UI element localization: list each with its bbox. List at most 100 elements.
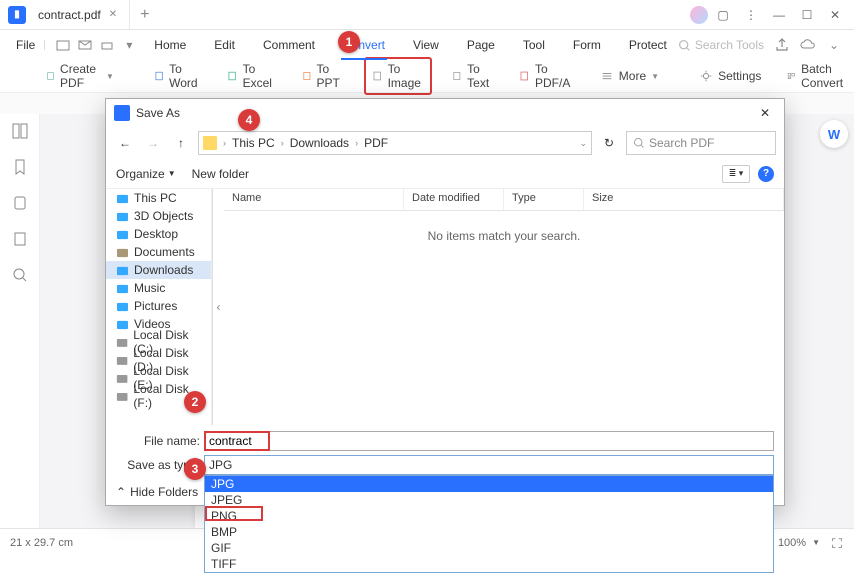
type-option-gif[interactable]: GIF (205, 540, 773, 556)
callout-4: 4 (238, 109, 260, 131)
more-button[interactable]: More▼ (594, 66, 665, 86)
document-tab[interactable]: contract.pdf ✕ (32, 0, 130, 30)
share-icon[interactable] (774, 37, 790, 53)
folder-tree[interactable]: This PC3D ObjectsDesktopDocumentsDownloa… (106, 189, 212, 425)
tab-edit[interactable]: Edit (212, 34, 237, 56)
tab-home[interactable]: Home (152, 34, 188, 56)
tab-page[interactable]: Page (465, 34, 497, 56)
nav-up-icon[interactable]: ↑ (170, 132, 192, 154)
thumbnails-icon[interactable] (11, 122, 29, 140)
file-name-label: File name: (116, 434, 204, 448)
tree-item-this-pc[interactable]: This PC (106, 189, 211, 207)
fullscreen-icon[interactable] (830, 536, 844, 550)
print-icon[interactable] (99, 37, 115, 53)
create-pdf-button[interactable]: Create PDF▼ (40, 59, 120, 93)
to-pdfa-button[interactable]: To PDF/A (513, 59, 579, 93)
type-option-jpg[interactable]: JPG (205, 476, 773, 492)
window-panel-icon[interactable]: ▢ (710, 4, 736, 26)
new-tab-button[interactable]: + (130, 6, 159, 24)
bookmark-icon[interactable] (11, 158, 29, 176)
dialog-app-icon (114, 105, 130, 121)
dialog-titlebar: Save As ✕ (106, 99, 784, 127)
to-image-button[interactable]: To Image (364, 57, 432, 95)
col-name[interactable]: Name (224, 189, 404, 210)
tab-tool[interactable]: Tool (521, 34, 547, 56)
folder-icon (116, 229, 129, 240)
file-name-input[interactable] (204, 431, 774, 451)
col-type[interactable]: Type (504, 189, 584, 210)
window-kebab-icon[interactable]: ⋮ (738, 4, 764, 26)
window-close-icon[interactable]: ✕ (822, 4, 848, 26)
window-maximize-icon[interactable]: ☐ (794, 4, 820, 26)
nav-back-icon[interactable]: ← (114, 132, 136, 154)
right-rail: W (814, 114, 854, 528)
mail-icon[interactable] (77, 37, 93, 53)
title-bar: ▮ contract.pdf ✕ + ▢ ⋮ — ☐ ✕ (0, 0, 854, 30)
folder-icon (116, 247, 129, 258)
view-options-icon[interactable]: ≣ ▾ (722, 165, 750, 183)
user-avatar[interactable] (690, 6, 708, 24)
col-date[interactable]: Date modified (404, 189, 504, 210)
tree-item-3d-objects[interactable]: 3D Objects (106, 207, 211, 225)
callout-2: 2 (184, 391, 206, 413)
tree-item-downloads[interactable]: Downloads (106, 261, 211, 279)
folder-icon (116, 283, 129, 294)
attachment-icon[interactable] (11, 194, 29, 212)
organize-button[interactable]: Organize▼ (116, 167, 176, 181)
tab-view[interactable]: View (411, 34, 441, 56)
folder-icon (203, 136, 217, 150)
tab-close-icon[interactable]: ✕ (109, 9, 117, 20)
tab-protect[interactable]: Protect (627, 34, 669, 56)
nav-forward-icon[interactable]: → (142, 132, 164, 154)
folder-icon (116, 211, 129, 222)
to-excel-button[interactable]: To Excel (221, 59, 281, 93)
save-as-dialog: Save As ✕ ← → ↑ › This PC › Downloads › … (105, 98, 785, 506)
batch-convert-button[interactable]: Batch Convert (781, 59, 854, 93)
type-option-bmp[interactable]: BMP (205, 524, 773, 540)
tree-item-documents[interactable]: Documents (106, 243, 211, 261)
tree-item-desktop[interactable]: Desktop (106, 225, 211, 243)
col-size[interactable]: Size (584, 189, 784, 210)
chevron-down-icon[interactable]: ⌄ (826, 37, 842, 53)
tree-item-pictures[interactable]: Pictures (106, 297, 211, 315)
refresh-icon[interactable]: ↻ (598, 132, 620, 154)
cloud-icon[interactable] (800, 37, 816, 53)
to-text-button[interactable]: To Text (446, 59, 499, 93)
settings-button[interactable]: Settings (693, 66, 767, 86)
form-icon[interactable] (11, 230, 29, 248)
tab-comment[interactable]: Comment (261, 34, 317, 56)
menu-tabs: Home Edit Comment Convert View Page Tool… (147, 34, 674, 56)
to-word-button[interactable]: To Word (148, 59, 207, 93)
dialog-search[interactable]: Search PDF (626, 131, 776, 155)
help-icon[interactable]: ? (758, 166, 774, 182)
tree-collapse-icon[interactable]: ‹ (212, 189, 224, 425)
tab-form[interactable]: Form (571, 34, 603, 56)
word-export-icon[interactable]: W (820, 120, 848, 148)
to-ppt-button[interactable]: To PPT (296, 59, 350, 93)
chevron-down-icon[interactable]: ▼ (812, 538, 820, 547)
folder-icon (116, 355, 128, 366)
dialog-toolbar: Organize▼ New folder ≣ ▾ ? (106, 159, 784, 189)
type-option-png[interactable]: PNG (205, 508, 773, 524)
dialog-close-icon[interactable]: ✕ (754, 102, 776, 124)
search-tools[interactable]: Search Tools (678, 38, 764, 52)
callout-1: 1 (338, 31, 360, 53)
menu-bar: File ▾ Home Edit Comment Convert View Pa… (0, 30, 854, 60)
save-type-select[interactable]: JPG (204, 455, 774, 475)
open-icon[interactable] (55, 37, 71, 53)
new-folder-button[interactable]: New folder (192, 167, 249, 181)
search-icon[interactable] (11, 266, 29, 284)
type-option-tiff[interactable]: TIFF (205, 556, 773, 572)
type-option-jpeg[interactable]: JPEG (205, 492, 773, 508)
app-icon: ▮ (8, 6, 26, 24)
folder-icon (116, 391, 128, 402)
file-menu[interactable]: File (6, 34, 45, 56)
tree-item-music[interactable]: Music (106, 279, 211, 297)
chevron-down-icon[interactable]: ⌄ (579, 138, 587, 149)
left-rail (0, 114, 40, 528)
folder-icon (116, 337, 128, 348)
chevron-down-icon[interactable]: ▾ (121, 37, 137, 53)
breadcrumb[interactable]: › This PC › Downloads › PDF ⌄ (198, 131, 592, 155)
window-minimize-icon[interactable]: — (766, 4, 792, 26)
zoom-value[interactable]: 100% (778, 537, 806, 549)
